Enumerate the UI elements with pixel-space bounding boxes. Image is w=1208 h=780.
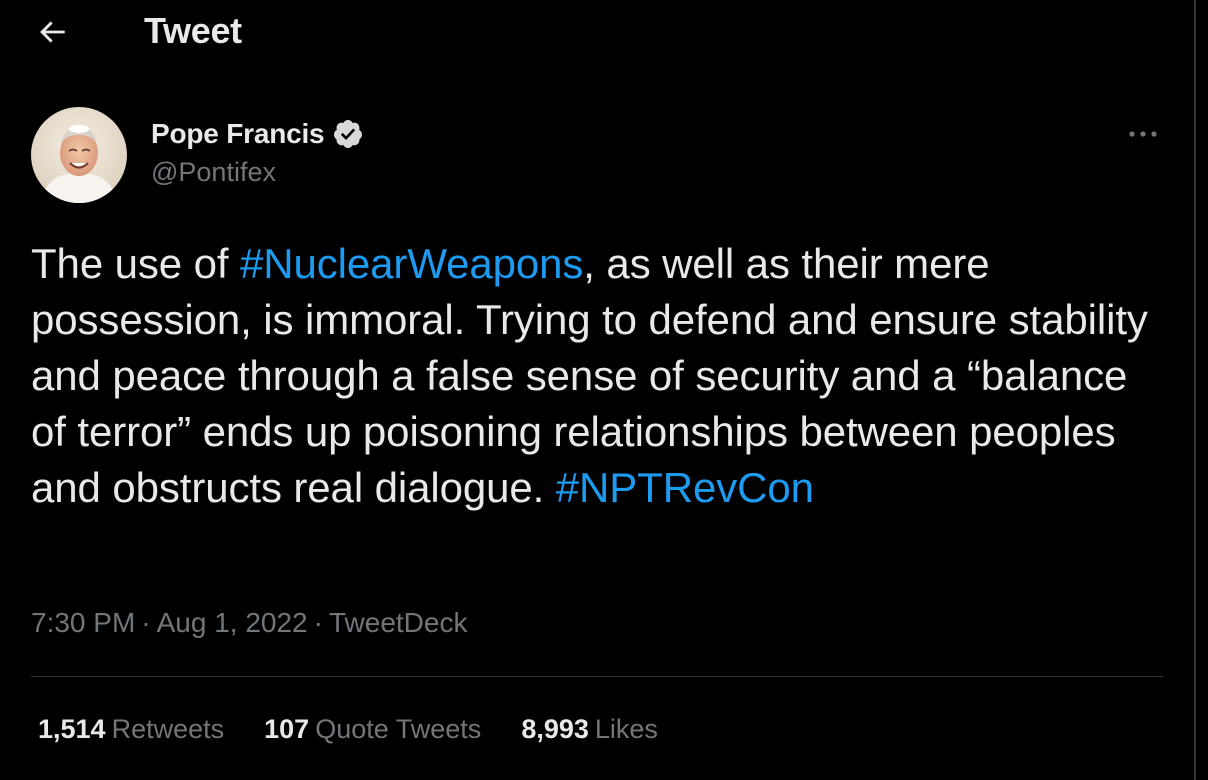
hashtag-link[interactable]: #NPTRevCon	[556, 464, 814, 511]
avatar[interactable]	[31, 107, 127, 203]
tweet-meta: 7:30 PM · Aug 1, 2022 · TweetDeck	[31, 607, 467, 639]
retweets-label: Retweets	[111, 714, 225, 744]
author-name[interactable]: Pope Francis	[151, 118, 364, 150]
meta-separator: ·	[141, 607, 151, 638]
back-button[interactable]	[30, 12, 74, 52]
retweets-stat[interactable]: 1,514 Retweets	[38, 714, 224, 745]
tweet-source[interactable]: TweetDeck	[329, 607, 468, 639]
page-title: Tweet	[144, 10, 242, 51]
tweet-text-segment: The use of	[31, 240, 241, 287]
tweet-text: The use of #NuclearWeapons, as well as t…	[31, 236, 1151, 516]
tweet-stats: 1,514 Retweets 107 Quote Tweets 8,993 Likes	[38, 714, 698, 745]
author-name-text: Pope Francis	[151, 118, 325, 149]
quote-tweets-stat[interactable]: 107 Quote Tweets	[264, 714, 481, 745]
likes-stat[interactable]: 8,993 Likes	[521, 714, 658, 745]
arrow-left-icon	[40, 21, 65, 43]
tweet-time[interactable]: 7:30 PM	[31, 607, 135, 639]
retweets-count: 1,514	[38, 714, 106, 744]
author-handle[interactable]: @Pontifex	[151, 157, 276, 188]
likes-count: 8,993	[521, 714, 589, 744]
meta-separator: ·	[313, 607, 323, 638]
more-horizontal-icon	[1129, 131, 1157, 137]
column-border	[1194, 0, 1196, 780]
hashtag-link[interactable]: #NuclearWeapons	[240, 240, 583, 287]
more-options-button[interactable]	[1118, 116, 1168, 152]
tweet-page: Tweet Pope Francis @Pontifex The use of …	[0, 0, 1194, 780]
header: Tweet	[0, 0, 1194, 66]
verified-badge-icon	[332, 118, 364, 150]
quote-tweets-count: 107	[264, 714, 310, 744]
avatar-photo	[31, 107, 127, 203]
tweet-date[interactable]: Aug 1, 2022	[157, 607, 308, 639]
quote-tweets-label: Quote Tweets	[315, 714, 482, 744]
divider	[31, 676, 1163, 677]
likes-label: Likes	[594, 714, 658, 744]
